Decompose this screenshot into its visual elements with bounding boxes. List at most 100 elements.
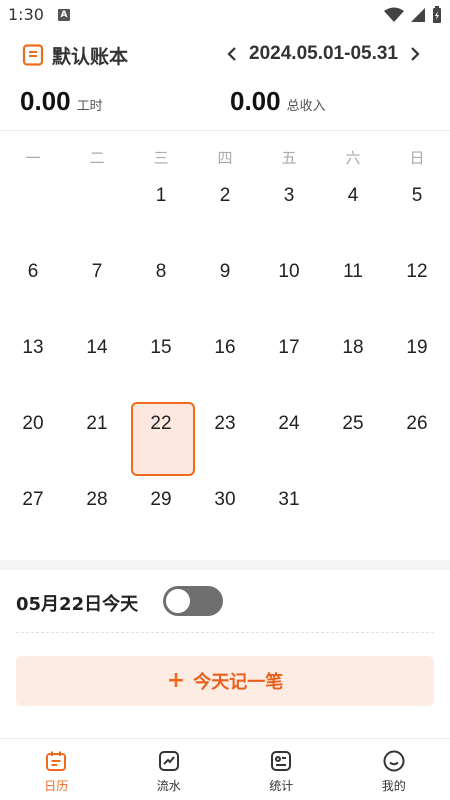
weekday-label: 四: [217, 148, 233, 167]
day-cell[interactable]: 23: [193, 402, 257, 478]
ledger-icon[interactable]: [22, 44, 44, 66]
day-cell[interactable]: 6: [1, 250, 65, 326]
status-icons: [384, 6, 442, 24]
day-cell[interactable]: 19: [385, 326, 449, 402]
day-number: 6: [27, 261, 39, 282]
day-cell[interactable]: 21: [65, 402, 129, 478]
bottom-nav: 日历 流水 统计 我的: [0, 738, 450, 800]
nav-statistics[interactable]: 统计: [225, 739, 338, 800]
day-number: 12: [406, 261, 428, 282]
day-cell[interactable]: 10: [257, 250, 321, 326]
today-toggle[interactable]: [163, 586, 223, 616]
day-cell[interactable]: 2: [193, 174, 257, 250]
nav-profile[interactable]: 我的: [338, 739, 450, 800]
day-cell[interactable]: 8: [129, 250, 193, 326]
day-cell[interactable]: 12: [385, 250, 449, 326]
income-stat: 0.00 总收入: [230, 86, 326, 117]
day-cell[interactable]: 26: [385, 402, 449, 478]
day-cell[interactable]: 4: [321, 174, 385, 250]
nav-label: 流水: [156, 779, 181, 793]
today-date-label: 05月22日今天: [16, 594, 139, 615]
day-number: 23: [214, 413, 236, 434]
day-number: 31: [278, 489, 300, 510]
day-number: 16: [214, 337, 236, 358]
day-cell[interactable]: 30: [193, 478, 257, 554]
nav-calendar[interactable]: 日历: [0, 739, 113, 800]
day-cell[interactable]: 5: [385, 174, 449, 250]
divider: [0, 130, 450, 131]
add-record-label: 今天记一笔: [193, 672, 284, 693]
day-number: 30: [214, 489, 236, 510]
add-record-button[interactable]: + 今天记一笔: [16, 656, 434, 706]
day-cell[interactable]: 27: [1, 478, 65, 554]
date-range-selector: 2024.05.01-05.31: [225, 43, 422, 65]
nav-label: 统计: [269, 779, 294, 793]
day-number: 24: [278, 413, 300, 434]
hours-value: 0.00: [20, 86, 71, 116]
weekday-label: 五: [281, 148, 297, 167]
day-cell[interactable]: 7: [65, 250, 129, 326]
day-number: 5: [411, 185, 423, 206]
day-cell[interactable]: 25: [321, 402, 385, 478]
next-month-button[interactable]: [408, 44, 422, 64]
day-number: 13: [22, 337, 44, 358]
day-cell[interactable]: 28: [65, 478, 129, 554]
empty-day-cell: [1, 174, 65, 250]
day-cell[interactable]: 9: [193, 250, 257, 326]
day-number: 4: [347, 185, 359, 206]
day-number: 27: [22, 489, 44, 510]
day-cell[interactable]: 13: [1, 326, 65, 402]
day-number: 11: [343, 261, 363, 282]
day-cell[interactable]: 15: [129, 326, 193, 402]
day-cell[interactable]: 31: [257, 478, 321, 554]
day-cell[interactable]: 20: [1, 402, 65, 478]
day-cell[interactable]: 17: [257, 326, 321, 402]
day-number: 10: [278, 261, 300, 282]
day-number: 26: [406, 413, 428, 434]
day-cell[interactable]: 29: [129, 478, 193, 554]
status-time: 1:30: [8, 5, 44, 24]
day-cell[interactable]: 18: [321, 326, 385, 402]
day-number: 21: [86, 413, 108, 434]
dashed-divider: [16, 632, 434, 633]
weekday-label: 日: [409, 148, 425, 167]
empty-day-cell: [65, 174, 129, 250]
trend-chart-icon: [158, 751, 179, 771]
hours-stat: 0.00 工时: [20, 86, 103, 117]
day-cell[interactable]: 16: [193, 326, 257, 402]
wifi-icon: [384, 7, 404, 22]
day-cell[interactable]: 1: [129, 174, 193, 250]
day-number: 14: [86, 337, 108, 358]
header: 默认账本 2024.05.01-05.31: [0, 38, 450, 74]
nav-transactions[interactable]: 流水: [113, 739, 226, 800]
ledger-title[interactable]: 默认账本: [52, 42, 128, 69]
day-number: 9: [219, 261, 231, 282]
day-number: 25: [342, 413, 364, 434]
day-number: 15: [150, 337, 172, 358]
summary: 0.00 工时 0.00 总收入: [0, 86, 450, 126]
day-cell[interactable]: 14: [65, 326, 129, 402]
day-number: 8: [155, 261, 167, 282]
notification-icon: A: [58, 9, 70, 21]
weekday-label: 三: [153, 148, 169, 167]
weekday-label: 二: [89, 148, 105, 167]
income-value: 0.00: [230, 86, 281, 116]
day-number: 29: [150, 489, 172, 510]
day-number: 20: [22, 413, 44, 434]
date-range-text[interactable]: 2024.05.01-05.31: [249, 43, 398, 65]
weekday-label: 六: [345, 148, 361, 167]
day-cell[interactable]: 11: [321, 250, 385, 326]
day-cell[interactable]: 24: [257, 402, 321, 478]
day-number: 17: [278, 337, 300, 358]
nav-label: 日历: [44, 779, 69, 793]
day-grid: 1 2 3 4 5 6 7 8 9 10 11 12 13 14 15 16 17 18 19 20 21 22 23 24 2…: [0, 174, 450, 554]
chevron-right-icon: [411, 47, 420, 61]
hours-label: 工时: [76, 99, 103, 114]
day-cell-selected[interactable]: 22: [129, 402, 195, 478]
id-card-icon: [271, 751, 292, 771]
prev-month-button[interactable]: [225, 44, 239, 64]
toggle-knob: [166, 589, 190, 613]
day-number: 18: [342, 337, 364, 358]
day-number: 2: [219, 185, 231, 206]
day-cell[interactable]: 3: [257, 174, 321, 250]
